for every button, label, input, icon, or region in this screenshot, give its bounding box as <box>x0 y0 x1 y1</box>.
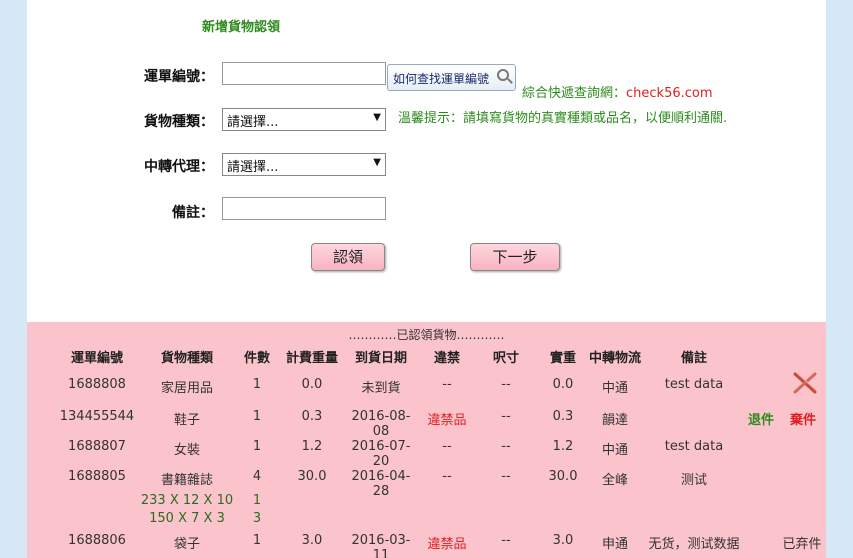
header-charge-weight: 計費重量 <box>285 351 338 366</box>
cell-size: -- <box>501 377 511 392</box>
cell-goods-type: 家居用品 <box>160 381 213 396</box>
cell-count: 1 <box>252 409 262 424</box>
header-count: 件數 <box>243 351 270 366</box>
cell-waybill: 134455544 <box>59 409 135 424</box>
cell-count: 1 <box>252 533 262 548</box>
cell-arrival-date: 2016-04-28 <box>351 469 411 499</box>
dropdown-arrow-icon: ▼ <box>373 157 381 168</box>
cell-count: 4 <box>252 469 262 484</box>
remark-label: 備註： <box>172 205 214 221</box>
header-logistics: 中轉物流 <box>588 351 641 366</box>
cell-remark: 无货，测试数据 <box>648 537 740 552</box>
goods-type-select[interactable]: 請選擇... ▼ <box>222 108 386 131</box>
cell-logistics: 申通 <box>601 537 628 552</box>
cell-weight: 1.2 <box>552 439 574 454</box>
agent-select[interactable]: 請選擇... ▼ <box>222 153 386 176</box>
cell-logistics: 韻達 <box>601 413 628 428</box>
cell-weight: 0.0 <box>552 377 574 392</box>
cell-logistics: 中通 <box>601 443 628 458</box>
cell-charge-weight: 1.2 <box>301 439 323 454</box>
cell-banned: -- <box>442 377 452 392</box>
cell-banned: 違禁品 <box>427 413 467 428</box>
claimed-goods-title: …………已認領貨物………… <box>348 328 505 342</box>
dimension-size: 150 X 7 X 3 <box>149 511 225 526</box>
header-size: 呎寸 <box>492 351 519 366</box>
cell-size: -- <box>501 439 511 454</box>
goods-type-label: 貨物種類： <box>144 114 214 130</box>
claim-button[interactable]: 認領 <box>311 243 385 271</box>
express-hint-prefix: 綜合快遞查詢網： <box>522 86 627 101</box>
header-remark: 備註 <box>680 351 707 366</box>
cell-waybill: 1688806 <box>68 533 126 548</box>
header-waybill: 運單編號 <box>70 351 123 366</box>
delete-x-icon[interactable] <box>791 370 819 396</box>
cell-arrival-date: 2016-08-08 <box>351 409 411 439</box>
form-title: 新增貨物認領 <box>202 20 281 35</box>
next-step-button[interactable]: 下一步 <box>470 243 560 271</box>
cell-goods-type: 女裝 <box>173 443 200 458</box>
cell-size: -- <box>501 469 511 484</box>
cell-logistics: 全峰 <box>601 473 628 488</box>
dropdown-arrow-icon: ▼ <box>373 112 381 123</box>
cell-logistics: 中通 <box>601 381 628 396</box>
agent-selected: 請選擇... <box>227 160 279 175</box>
magnifier-icon <box>497 69 509 81</box>
return-parcel-link[interactable]: 退件 <box>743 409 779 428</box>
cell-weight: 30.0 <box>548 469 578 484</box>
help-button-label: 如何查找運單編號 <box>393 72 490 86</box>
dimension-size: 233 X 12 X 10 <box>140 493 234 508</box>
agent-label: 中轉代理： <box>144 159 214 175</box>
discarded-status: 已弃件 <box>782 537 822 552</box>
goods-type-selected: 請選擇... <box>227 115 279 130</box>
cell-weight: 0.3 <box>552 409 574 424</box>
cell-remark: 测试 <box>680 473 707 488</box>
cell-arrival-date: 2016-07-20 <box>351 439 411 469</box>
cell-waybill: 1688807 <box>68 439 126 454</box>
claimed-goods-section: …………已認領貨物………… 運單編號 貨物種類 件數 計費重量 到貨日期 違禁 … <box>27 322 826 558</box>
express-site-link[interactable]: check56.com <box>626 86 713 101</box>
discard-parcel-link[interactable]: 棄件 <box>785 409 821 428</box>
dimension-count: 1 <box>252 493 262 508</box>
cell-goods-type: 書籍雜誌 <box>160 473 213 488</box>
cell-size: -- <box>501 533 511 548</box>
cell-charge-weight: 3.0 <box>301 533 323 548</box>
header-weight: 實重 <box>549 351 576 366</box>
remark-input[interactable] <box>222 197 386 220</box>
cell-banned: 違禁品 <box>427 537 467 552</box>
cell-charge-weight: 0.0 <box>301 377 323 392</box>
cell-waybill: 1688805 <box>68 469 126 484</box>
express-hint: 綜合快遞查詢網：check56.com <box>522 82 713 101</box>
find-waybill-help-button[interactable]: 如何查找運單編號 <box>387 64 516 91</box>
dimension-count: 3 <box>252 511 262 526</box>
header-arrival-date: 到貨日期 <box>354 351 407 366</box>
cell-charge-weight: 0.3 <box>301 409 323 424</box>
cell-count: 1 <box>252 439 262 454</box>
cell-size: -- <box>501 409 511 424</box>
cell-count: 1 <box>252 377 262 392</box>
waybill-label: 運單編號： <box>144 69 214 85</box>
cell-banned: -- <box>442 469 452 484</box>
waybill-input[interactable] <box>222 62 386 85</box>
cell-remark: test data <box>664 439 724 454</box>
cell-weight: 3.0 <box>552 533 574 548</box>
header-banned: 違禁 <box>433 351 460 366</box>
goods-hint: 溫馨提示：請填寫貨物的真實種類或品名，以便順利通關. <box>398 111 728 126</box>
cell-goods-type: 袋子 <box>173 537 200 552</box>
cell-remark: test data <box>664 377 724 392</box>
cell-waybill: 1688808 <box>68 377 126 392</box>
cell-charge-weight: 30.0 <box>297 469 327 484</box>
cell-goods-type: 鞋子 <box>173 413 200 428</box>
header-goods-type: 貨物種類 <box>160 351 213 366</box>
cell-arrival-date: 未到貨 <box>361 381 401 396</box>
cell-arrival-date: 2016-03-11 <box>351 533 411 558</box>
cell-banned: -- <box>442 439 452 454</box>
